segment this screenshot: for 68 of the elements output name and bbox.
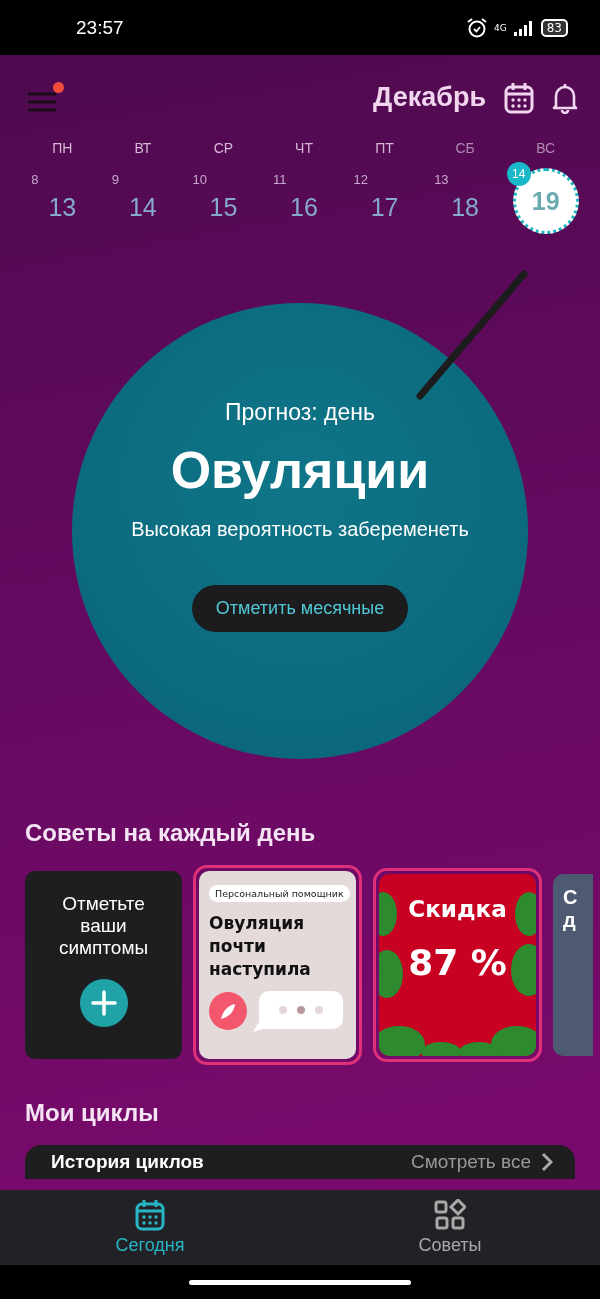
alarm-icon (466, 16, 488, 39)
date-number: 17 (370, 192, 399, 222)
weekday-label: ПН (52, 140, 73, 156)
tip-card[interactable]: С д (553, 874, 593, 1056)
cycle-day-number: 9 (111, 172, 120, 187)
battery-indicator: 83 (540, 18, 568, 37)
add-icon[interactable] (79, 979, 128, 1027)
calendar-icon[interactable] (504, 81, 534, 114)
cycle-history-title: История циклов (51, 1151, 204, 1173)
card-text: симптомы (58, 937, 149, 959)
sale-title: Скидка (408, 896, 507, 922)
date-number: 14 (128, 192, 157, 222)
cycle-day-number: 14 (506, 162, 531, 186)
forecast-label: Прогноз: день (225, 399, 375, 426)
date-item[interactable]: 8 13 (23, 162, 102, 240)
date-number: 15 (209, 192, 238, 222)
typing-bubble-icon (253, 988, 345, 1033)
card-tag: Персональный помощник (209, 885, 350, 902)
card-text: С (563, 886, 579, 909)
date-item[interactable]: 9 14 (103, 162, 182, 240)
weekday-label: СР (213, 140, 234, 156)
feather-icon (209, 991, 247, 1030)
nav-tab[interactable]: Советы (300, 1190, 600, 1265)
card-text: д (563, 909, 577, 932)
date-number: 19 (531, 186, 560, 216)
signal-icon (512, 19, 535, 36)
card-text: наступила (209, 957, 312, 981)
grid-icon (434, 1199, 466, 1231)
log-period-button[interactable]: Отметить месячные (191, 585, 409, 632)
assistant-card[interactable]: Персональный помощник Овуляция почти наступила (199, 871, 356, 1059)
date-number: 13 (48, 192, 77, 222)
calendar-icon (135, 1199, 165, 1231)
weekday-label: ЧТ (295, 140, 313, 156)
nav-tab[interactable]: Сегодня (0, 1190, 300, 1265)
network-label: 4G (494, 22, 507, 33)
cycle-day-number: 10 (192, 172, 207, 187)
date-item[interactable]: 12 17 (345, 162, 424, 240)
weekday-label: СБ (455, 140, 475, 156)
section-title: Мои циклы (25, 1099, 160, 1127)
weekday-label: ВТ (134, 140, 152, 156)
card-text: Отметьте (62, 893, 145, 915)
status-time: 23:57 (76, 16, 124, 39)
cycle-day-number: 12 (353, 172, 369, 187)
section-title: Советы на каждый день (25, 819, 317, 847)
notification-bell-icon[interactable] (552, 81, 578, 114)
menu-button[interactable] (26, 81, 64, 114)
weekday-label: ВС (536, 140, 556, 156)
see-all-link[interactable]: Смотреть все (411, 1151, 531, 1173)
date-number: 18 (451, 192, 480, 222)
sale-percent: 87 % (408, 942, 507, 983)
card-text: ваши (80, 915, 127, 937)
month-title[interactable]: Декабрь (373, 82, 486, 113)
date-item[interactable]: 11 16 (265, 162, 343, 240)
forecast-subtitle: Высокая вероятность забеременеть (131, 518, 469, 541)
cycle-day-number: 13 (434, 172, 449, 187)
sale-card[interactable]: Скидка 87 % (379, 874, 536, 1056)
cycle-day-number: 11 (273, 172, 287, 187)
date-item[interactable]: 10 15 (184, 162, 263, 240)
forecast-title: Овуляции (170, 440, 430, 500)
card-text: почти (209, 934, 267, 958)
cycle-history-card[interactable]: История циклов Смотреть все (25, 1145, 575, 1179)
chevron-right-icon[interactable] (541, 1152, 553, 1172)
cycle-day-number: 8 (31, 172, 39, 187)
date-number: 16 (290, 192, 318, 222)
symptoms-card[interactable]: Отметьте ваши симптомы (25, 871, 182, 1059)
date-item[interactable]: 13 18 (426, 162, 505, 240)
card-text: Овуляция (209, 912, 306, 935)
weekday-label: ПТ (375, 140, 394, 156)
